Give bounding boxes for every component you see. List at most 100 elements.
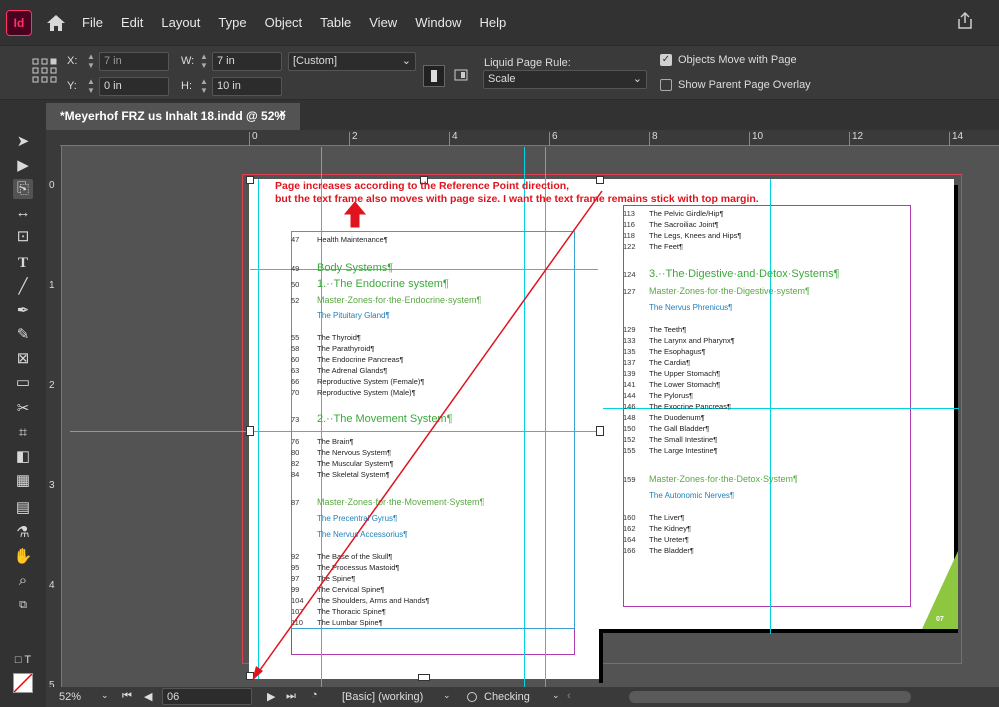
pencil-tool-icon[interactable]: ✎ [13, 325, 33, 345]
page-number-value: 06 [167, 691, 180, 703]
document-tab[interactable]: *Meyerhof FRZ us Inhalt 18.indd @ 52% × [46, 103, 300, 130]
scissors-tool-icon[interactable]: ✂ [13, 399, 33, 419]
chevron-down-icon[interactable]: ⌄ [101, 690, 109, 701]
enable-page-size-icon[interactable] [423, 65, 445, 87]
w-field[interactable]: 7 in [212, 52, 282, 71]
selection-tool-icon[interactable]: ➤ [13, 132, 33, 152]
share-icon[interactable] [957, 12, 973, 30]
page-size-value: [Custom] [293, 55, 338, 67]
fill-stroke-swap-icon[interactable]: ⧉ [13, 595, 33, 615]
menu-object[interactable]: Object [265, 15, 303, 30]
ruler-tick-label: 4 [49, 580, 55, 591]
menu-table[interactable]: Table [320, 15, 351, 30]
w-stepper[interactable]: ▲ ▼ [197, 52, 211, 71]
gradient-feather-tool-icon[interactable]: ▦ [13, 471, 33, 491]
close-icon[interactable]: × [280, 108, 286, 120]
ruler-tick-label: 6 [552, 131, 558, 142]
formatting-container-icon[interactable]: □ T [13, 650, 33, 670]
ruler-tick-label: 3 [49, 480, 55, 491]
menu-help[interactable]: Help [479, 15, 506, 30]
reference-point-icon[interactable] [32, 58, 58, 84]
horizontal-scrollbar[interactable] [629, 691, 911, 703]
menu-view[interactable]: View [369, 15, 397, 30]
view-mode-icon[interactable] [13, 673, 33, 693]
chevron-down-icon[interactable]: ⌄ [443, 690, 451, 701]
ruler-tick [349, 132, 350, 146]
chevron-down-icon: ⌄ [401, 55, 411, 67]
rectangle-tool-icon[interactable]: ▭ [13, 373, 33, 393]
preflight-status[interactable]: Checking [484, 691, 530, 703]
hand-tool-icon[interactable]: ✋ [13, 547, 33, 567]
ruler-tick [849, 132, 850, 146]
free-transform-tool-icon[interactable]: ⌗ [13, 423, 33, 443]
chevron-down-icon[interactable]: ⌄ [552, 690, 560, 701]
x-label: X: [67, 55, 78, 67]
y-field[interactable]: 0 in [99, 77, 169, 96]
zoom-level[interactable]: 52% [59, 691, 81, 703]
objects-move-checkbox[interactable]: ✓ [660, 54, 672, 66]
content-collector-icon[interactable]: ⊡ [13, 227, 33, 247]
zoom-tool-icon[interactable]: ⌕ [13, 571, 33, 591]
vertical-ruler[interactable]: 012345 [46, 146, 62, 691]
ruler-tick-label: 2 [49, 380, 55, 391]
gradient-swatch-tool-icon[interactable]: ◧ [13, 447, 33, 467]
h-field[interactable]: 10 in [212, 77, 282, 96]
preflight-status-icon [467, 692, 477, 702]
direct-selection-tool-icon[interactable]: ▶ [13, 156, 33, 176]
menu-layout[interactable]: Layout [161, 15, 200, 30]
menu-bar: Id File Edit Layout Type Object Table View Wind… [0, 0, 999, 45]
pen-tool-icon[interactable]: ✒ [13, 301, 33, 321]
menu-file[interactable]: File [82, 15, 103, 30]
x-stepper[interactable]: ▲ ▼ [84, 52, 98, 71]
ruler-tick-label: 8 [652, 131, 658, 142]
rectangle-frame-tool-icon[interactable]: ⊠ [13, 349, 33, 369]
menu-edit[interactable]: Edit [121, 15, 143, 30]
h-label: H: [181, 80, 192, 92]
document-tab-title: *Meyerhof FRZ us Inhalt 18.indd @ 52% [60, 109, 286, 123]
ruler-tick-label: 0 [49, 180, 55, 191]
parent-overlay-label: Show Parent Page Overlay [678, 79, 811, 91]
ruler-tick-label: 12 [852, 131, 864, 142]
h-stepper[interactable]: ▲ ▼ [197, 77, 211, 96]
gap-tool-icon[interactable]: ↔ [13, 203, 33, 223]
page-size-select[interactable]: [Custom] ⌄ [288, 52, 416, 71]
style-value[interactable]: [Basic] (working) [342, 691, 423, 703]
line-tool-icon[interactable]: ╱ [13, 277, 33, 297]
parent-overlay-checkbox[interactable] [660, 79, 672, 91]
eyedropper-tool-icon[interactable]: ⚗ [13, 523, 33, 543]
ruler-tick-label: 0 [252, 131, 258, 142]
layout-adjust-icon[interactable] [451, 65, 473, 87]
type-tool-icon[interactable]: T [13, 253, 33, 273]
w-label: W: [181, 55, 195, 67]
liquid-page-rule-value: Scale [488, 73, 516, 85]
last-page-icon[interactable]: ⏭ [286, 690, 296, 703]
status-bar: 52% ⌄ ⏮ ◀ 06 ▶ ⏭ ◔ [Basic] (working) ⌄ C… [46, 687, 999, 707]
liquid-page-rule-select[interactable]: Scale ⌄ [483, 70, 647, 89]
home-icon[interactable] [46, 14, 66, 32]
y-label: Y: [67, 80, 77, 92]
indesign-logo: Id [6, 9, 32, 36]
previous-page-icon[interactable]: ◀ [144, 690, 152, 703]
x-field[interactable]: 7 in [99, 52, 169, 71]
y-stepper[interactable]: ▲ ▼ [84, 77, 98, 96]
ruler-tick-label: 1 [49, 280, 55, 291]
ruler-tick [249, 132, 250, 146]
document-canvas[interactable]: 07 47 Health Maintenance¶ 49 Body Systems¶ 5… [62, 147, 999, 687]
first-page-icon[interactable]: ⏮ [122, 690, 132, 703]
next-page-icon[interactable]: ▶ [267, 690, 275, 703]
objects-move-label: Objects Move with Page [678, 54, 797, 66]
ruler-tick [549, 132, 550, 146]
page-number-field[interactable]: 06 [162, 688, 252, 705]
ruler-tick [449, 132, 450, 146]
menu-type[interactable]: Type [218, 15, 246, 30]
ruler-tick-label: 2 [352, 131, 358, 142]
note-tool-icon[interactable]: ▤ [13, 498, 33, 518]
liquid-page-rule-label: Liquid Page Rule: [484, 57, 571, 69]
history-icon[interactable]: ◔ [311, 689, 318, 701]
ruler-tick [749, 132, 750, 146]
page-tool-icon[interactable]: ⎘ [13, 179, 33, 199]
ruler-tick-label: 14 [952, 131, 964, 142]
horizontal-ruler[interactable]: 0 2 4 6 8 10 12 14 [60, 130, 999, 146]
menu-window[interactable]: Window [415, 15, 461, 30]
scroll-left-icon[interactable]: ‹ [567, 690, 571, 702]
